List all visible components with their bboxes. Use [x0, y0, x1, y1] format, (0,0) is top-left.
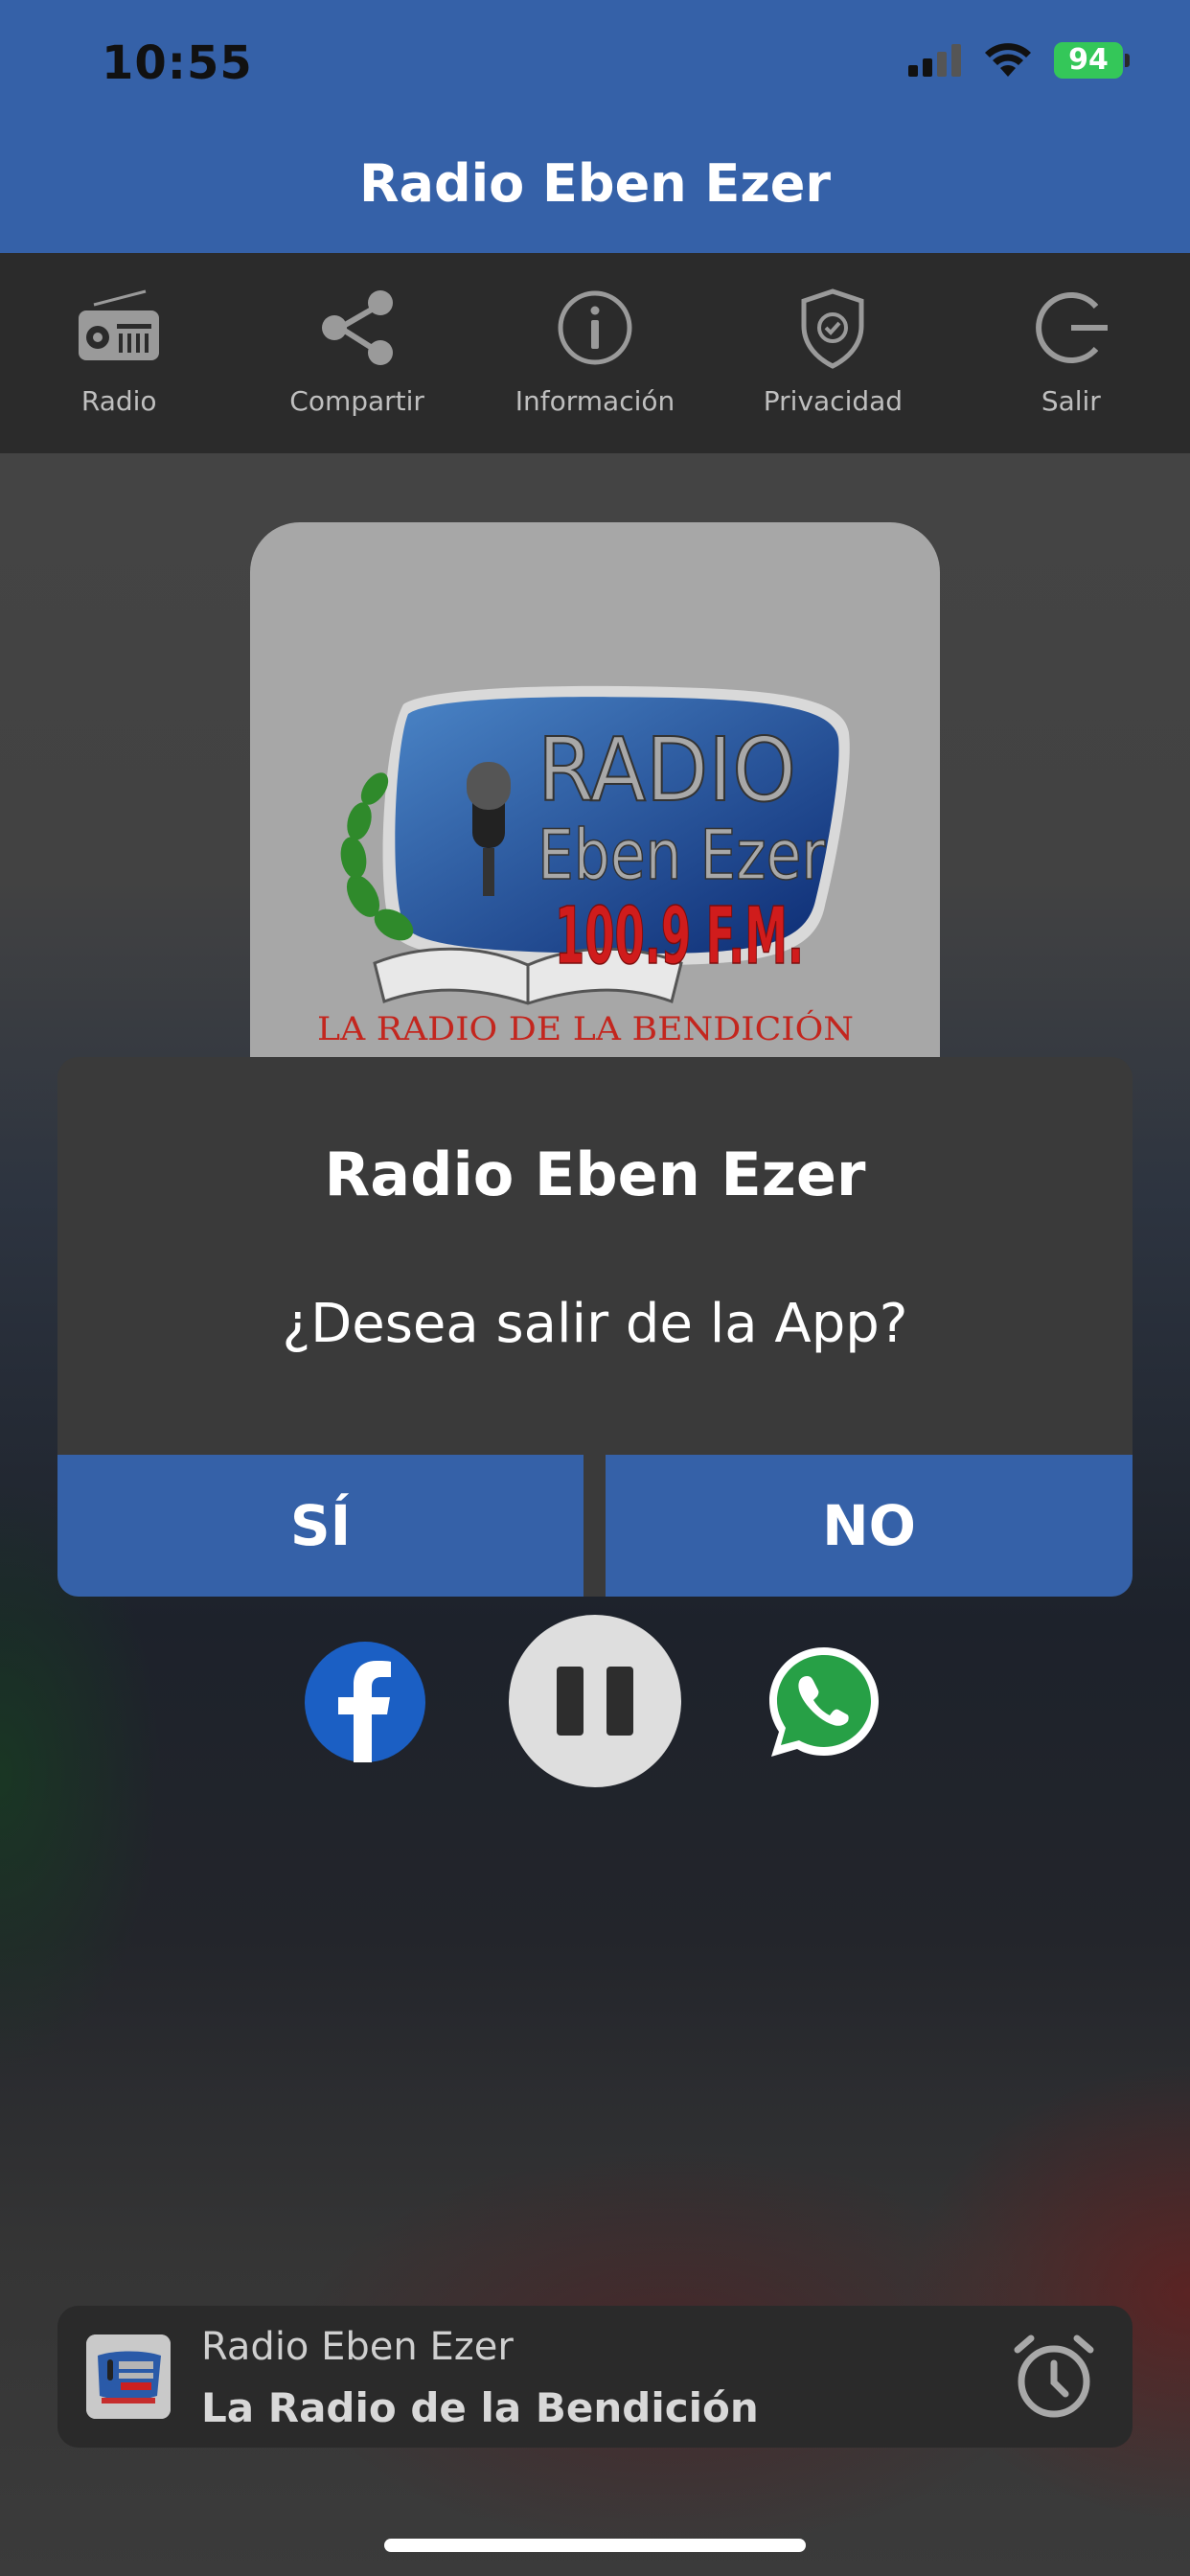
- battery-indicator: 94: [1054, 42, 1130, 79]
- top-bar: 10:55 94 Radio Eben Ezer: [0, 0, 1190, 253]
- tool-exit-label: Salir: [1041, 385, 1101, 417]
- tool-info-label: Información: [515, 385, 675, 417]
- logo-line-name: Eben Ezer: [538, 815, 825, 895]
- alarm-clock-icon[interactable]: [1006, 2329, 1102, 2425]
- info-icon: [558, 290, 632, 365]
- facebook-icon[interactable]: [305, 1642, 425, 1762]
- dialog-message: ¿Desea salir de la App?: [282, 1293, 908, 1355]
- cellular-signal-icon: [908, 44, 961, 77]
- tool-share-label: Compartir: [289, 385, 424, 417]
- logo-line-radio: RADIO: [538, 719, 796, 821]
- mini-player-subtitle: La Radio de la Bendición: [201, 2384, 759, 2431]
- shield-check-icon: [801, 288, 864, 369]
- wifi-icon: [985, 43, 1031, 77]
- tool-privacy-label: Privacidad: [763, 385, 904, 417]
- yes-button[interactable]: SÍ: [57, 1455, 584, 1597]
- mini-player-title: Radio Eben Ezer: [201, 2325, 514, 2369]
- status-icons: 94: [908, 42, 1130, 79]
- radio-icon: [79, 289, 160, 360]
- tool-radio[interactable]: Radio: [0, 253, 238, 453]
- logo-line-frequency: 100.9 F.M.: [555, 891, 804, 982]
- mini-player-logo: [86, 2334, 171, 2419]
- album-artwork: RADIO Eben Ezer 100.9 F.M. LA RADIO DE L…: [250, 522, 940, 1097]
- pause-button[interactable]: [509, 1615, 681, 1787]
- status-time: 10:55: [102, 36, 253, 90]
- app-title: Radio Eben Ezer: [358, 153, 832, 214]
- tool-radio-label: Radio: [80, 385, 157, 417]
- tool-info[interactable]: Información: [476, 253, 714, 453]
- mini-player[interactable]: Radio Eben Ezer La Radio de la Bendición: [57, 2306, 1133, 2448]
- home-indicator[interactable]: [384, 2539, 806, 2552]
- whatsapp-icon[interactable]: [764, 1642, 884, 1762]
- share-icon: [321, 290, 393, 365]
- station-logo: RADIO Eben Ezer 100.9 F.M. LA RADIO DE L…: [317, 685, 854, 1048]
- exit-dialog: Radio Eben Ezer ¿Desea salir de la App? …: [57, 1057, 1133, 1597]
- tool-privacy[interactable]: Privacidad: [714, 253, 951, 453]
- dialog-title: Radio Eben Ezer: [324, 1139, 866, 1209]
- mini-player-thumbnail: [86, 2334, 171, 2419]
- logout-icon: [1035, 292, 1108, 363]
- no-button[interactable]: NO: [606, 1455, 1133, 1597]
- battery-level: 94: [1068, 43, 1109, 77]
- logo-tagline: LA RADIO DE LA BENDICIÓN: [317, 1009, 854, 1048]
- screen: 10:55 94 Radio Eben Ezer Radio Compartir…: [0, 0, 1190, 2576]
- tool-exit[interactable]: Salir: [952, 253, 1190, 453]
- toolbar: Radio Compartir Información Privacidad S…: [0, 253, 1190, 453]
- tool-share[interactable]: Compartir: [238, 253, 475, 453]
